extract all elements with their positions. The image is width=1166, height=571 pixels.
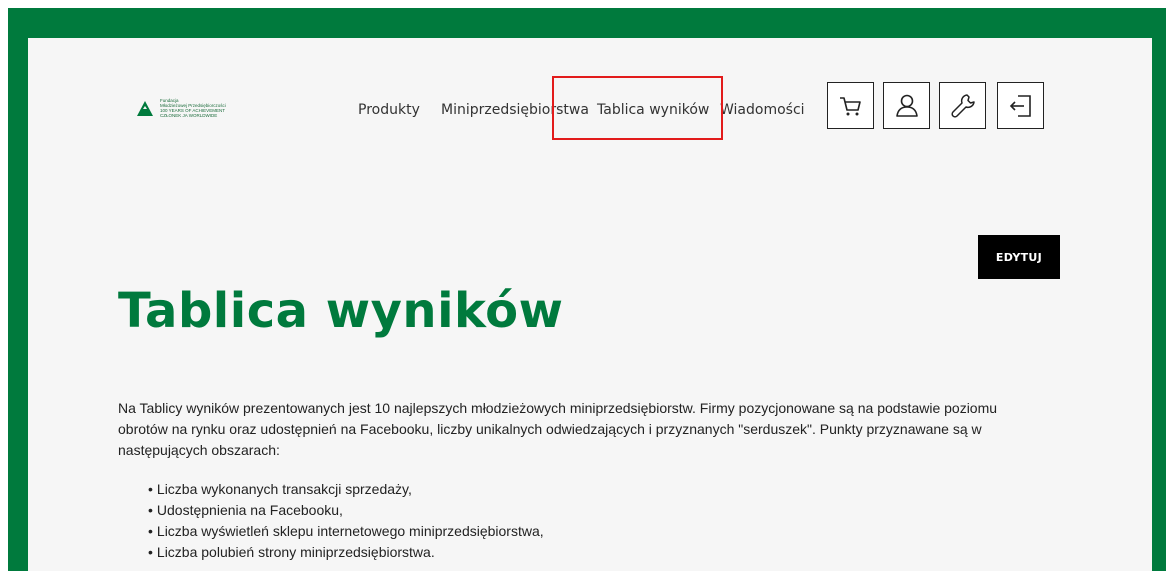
highlight-box	[552, 76, 723, 140]
logo-icon	[137, 101, 153, 116]
cart-button[interactable]	[827, 82, 874, 129]
intro-text: Na Tablicy wyników prezentowanych jest 1…	[118, 400, 998, 458]
logout-button[interactable]	[997, 82, 1044, 129]
user-button[interactable]	[883, 82, 930, 129]
wrench-icon	[950, 93, 975, 118]
list-item: Liczba polubień strony miniprzedsiębiors…	[148, 542, 544, 563]
cart-icon	[839, 96, 861, 115]
page-content: Fundacja Młodzieżowej Przedsiębiorczości…	[28, 38, 1152, 571]
logo-line: CZŁONEK JA WORLDWIDE	[160, 113, 218, 118]
list-item: Liczba wykonanych transakcji sprzedaży,	[148, 479, 544, 500]
user-icon	[895, 94, 918, 117]
nav-item-produkty[interactable]: Produkty	[358, 102, 420, 118]
list-item: Udostępnienia na Facebooku,	[148, 500, 544, 521]
edit-button[interactable]: EDYTUJ	[978, 235, 1060, 279]
list-item: Liczba wyświetleń sklepu internetowego m…	[148, 521, 544, 542]
settings-button[interactable]	[939, 82, 986, 129]
nav-item-wiadomosci[interactable]: Wiadomości	[720, 102, 805, 118]
logo[interactable]: Fundacja Młodzieżowej Przedsiębiorczości…	[135, 98, 255, 118]
criteria-list: Liczba wykonanych transakcji sprzedaży, …	[148, 479, 544, 563]
logo-text: Fundacja Młodzieżowej Przedsiębiorczości…	[160, 98, 226, 118]
logout-icon	[1009, 94, 1031, 117]
page-title: Tablica wyników	[118, 283, 564, 339]
